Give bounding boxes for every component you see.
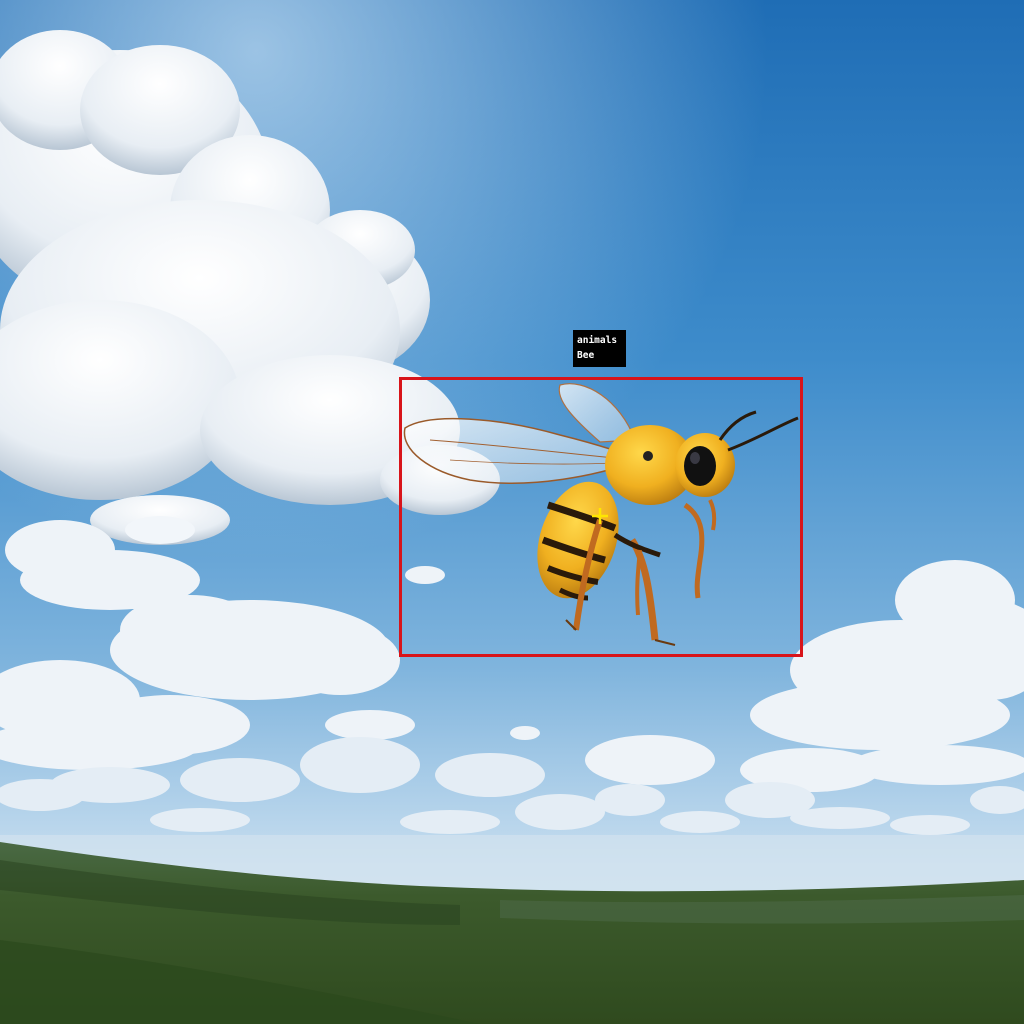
crosshair-icon	[592, 508, 608, 524]
photo-scene: animals Bee	[0, 0, 1024, 1024]
detection-category: animals	[577, 335, 618, 346]
detection-label: animals Bee	[573, 330, 626, 367]
detection-class-name: Bee	[577, 350, 595, 361]
